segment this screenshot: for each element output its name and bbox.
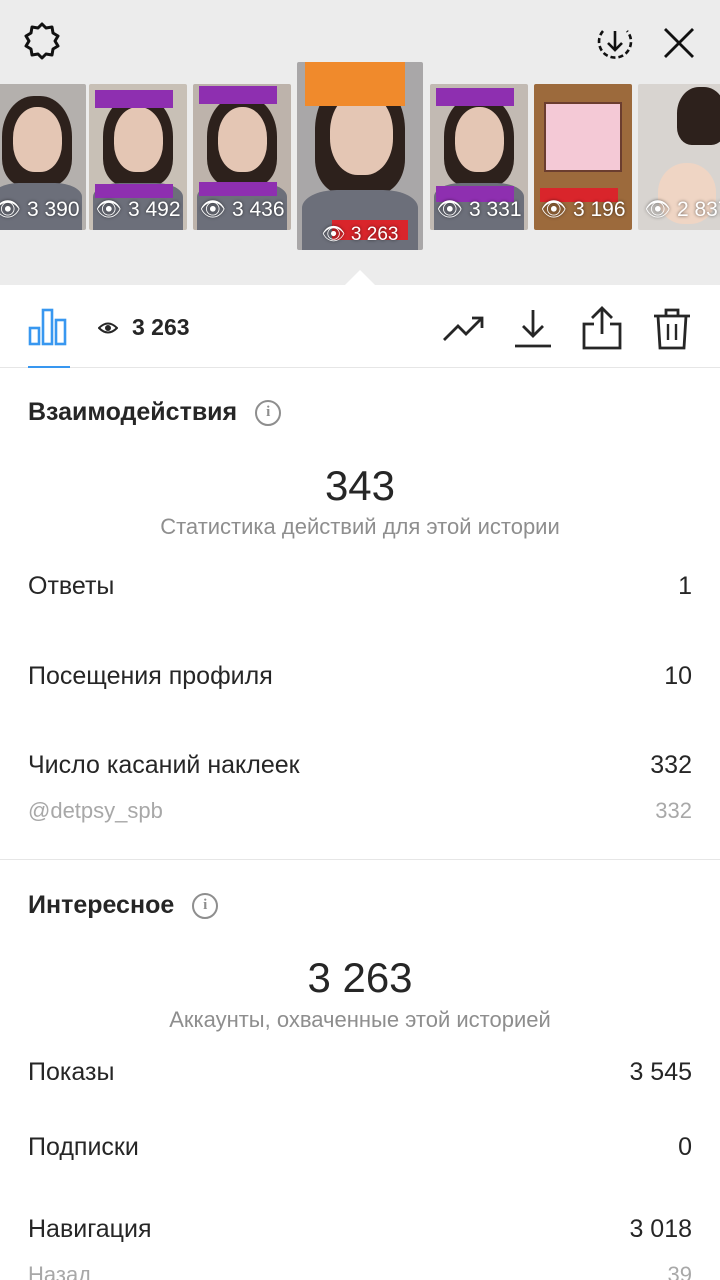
story-view-count: 👁 3 390 xyxy=(0,198,80,221)
interactions-section-title: Взаимодействия i xyxy=(28,398,282,427)
sticker-value: 332 xyxy=(655,798,692,823)
story-thumbnail-strip[interactable]: 👁 3 390 👁 3 492 👁 3 436 👁 3 263 👁 3 331 … xyxy=(0,62,720,257)
story-view-count: 👁 3 436 xyxy=(199,198,285,221)
interactions-total: 343 xyxy=(324,462,396,509)
insights-toolbar: 3 263 xyxy=(0,286,720,368)
stat-label: Назад xyxy=(28,1262,92,1280)
stat-row: Число касаний наклеек 332 xyxy=(28,751,692,780)
stat-label: Показы xyxy=(28,1058,115,1086)
stat-row-partial: Назад 39 xyxy=(28,1262,692,1280)
stat-label: Ответы xyxy=(28,572,115,600)
info-icon[interactable]: i xyxy=(192,892,219,919)
stat-value: 3 018 xyxy=(629,1215,692,1243)
close-icon xyxy=(664,28,694,58)
download-circle-icon xyxy=(597,30,633,59)
delete-button[interactable] xyxy=(650,306,694,350)
stat-value: 3 545 xyxy=(629,1058,692,1086)
stat-row: Подписки 0 xyxy=(28,1133,692,1162)
stat-label: Подписки xyxy=(28,1133,139,1161)
story-view-count: 👁 2 837 xyxy=(644,198,720,221)
interactions-title-text: Взаимодействия xyxy=(28,398,238,426)
discovery-caption: Аккаунты, охваченные этой историей xyxy=(169,1007,551,1032)
info-icon[interactable]: i xyxy=(255,399,282,426)
view-count: 3 263 xyxy=(98,314,190,341)
stat-value: 10 xyxy=(664,662,692,690)
story-thumbnail[interactable]: 👁 2 837 xyxy=(638,84,720,230)
story-thumbnail-active[interactable]: 👁 3 263 xyxy=(297,62,423,250)
story-thumbnail[interactable]: 👁 3 436 xyxy=(193,84,291,230)
stat-value: 1 xyxy=(678,572,692,600)
share-button[interactable] xyxy=(580,306,624,350)
download-button[interactable] xyxy=(511,306,555,350)
stat-label: Навигация xyxy=(28,1215,152,1243)
eye-icon xyxy=(98,322,118,333)
download-icon xyxy=(515,310,551,348)
stat-value: 332 xyxy=(650,751,692,779)
section-divider xyxy=(0,859,720,860)
discovery-total: 3 263 xyxy=(307,954,413,1001)
stat-row: Ответы 1 xyxy=(28,572,692,601)
save-story-button[interactable] xyxy=(590,18,640,68)
interactions-caption: Статистика действий для этой истории xyxy=(160,514,560,539)
insights-tab-indicator xyxy=(28,366,70,368)
stat-label: Посещения профиля xyxy=(28,662,273,690)
discovery-title-text: Интересное xyxy=(28,891,175,919)
stat-row: Показы 3 545 xyxy=(28,1058,692,1087)
insights-tab[interactable] xyxy=(26,304,70,348)
bar-chart-icon xyxy=(28,308,67,346)
view-count-value: 3 263 xyxy=(132,314,190,340)
discovery-section-title: Интересное i xyxy=(28,891,219,920)
stat-row: Навигация 3 018 xyxy=(28,1215,692,1244)
story-thumbnail[interactable]: 👁 3 492 xyxy=(89,84,187,230)
stat-row: Посещения профиля 10 xyxy=(28,662,692,691)
story-thumbnail[interactable]: 👁 3 390 xyxy=(0,84,86,230)
story-view-count: 👁 3 492 xyxy=(95,198,181,221)
promote-button[interactable] xyxy=(442,306,486,350)
stat-value: 39 xyxy=(667,1262,692,1280)
story-view-count: 👁 3 196 xyxy=(540,198,626,221)
story-thumbnail[interactable]: 👁 3 331 xyxy=(430,84,528,230)
story-preview-area: 👁 3 390 👁 3 492 👁 3 436 👁 3 263 👁 3 331 … xyxy=(0,0,720,286)
close-button[interactable] xyxy=(654,18,704,68)
trending-icon xyxy=(443,316,484,341)
sticker-label: @detpsy_spb xyxy=(28,798,163,823)
stat-label: Число касаний наклеек xyxy=(28,751,300,779)
trash-icon xyxy=(654,308,690,350)
story-view-count: 👁 3 331 xyxy=(436,198,522,221)
stat-value: 0 xyxy=(678,1133,692,1161)
settings-button[interactable] xyxy=(16,16,68,68)
active-story-pointer xyxy=(344,270,376,286)
gear-icon xyxy=(24,22,60,60)
sticker-detail-row: @detpsy_spb 332 xyxy=(28,798,692,824)
story-view-count: 👁 3 263 xyxy=(321,224,399,245)
story-thumbnail[interactable]: 👁 3 196 xyxy=(534,84,632,230)
share-icon xyxy=(582,306,622,350)
